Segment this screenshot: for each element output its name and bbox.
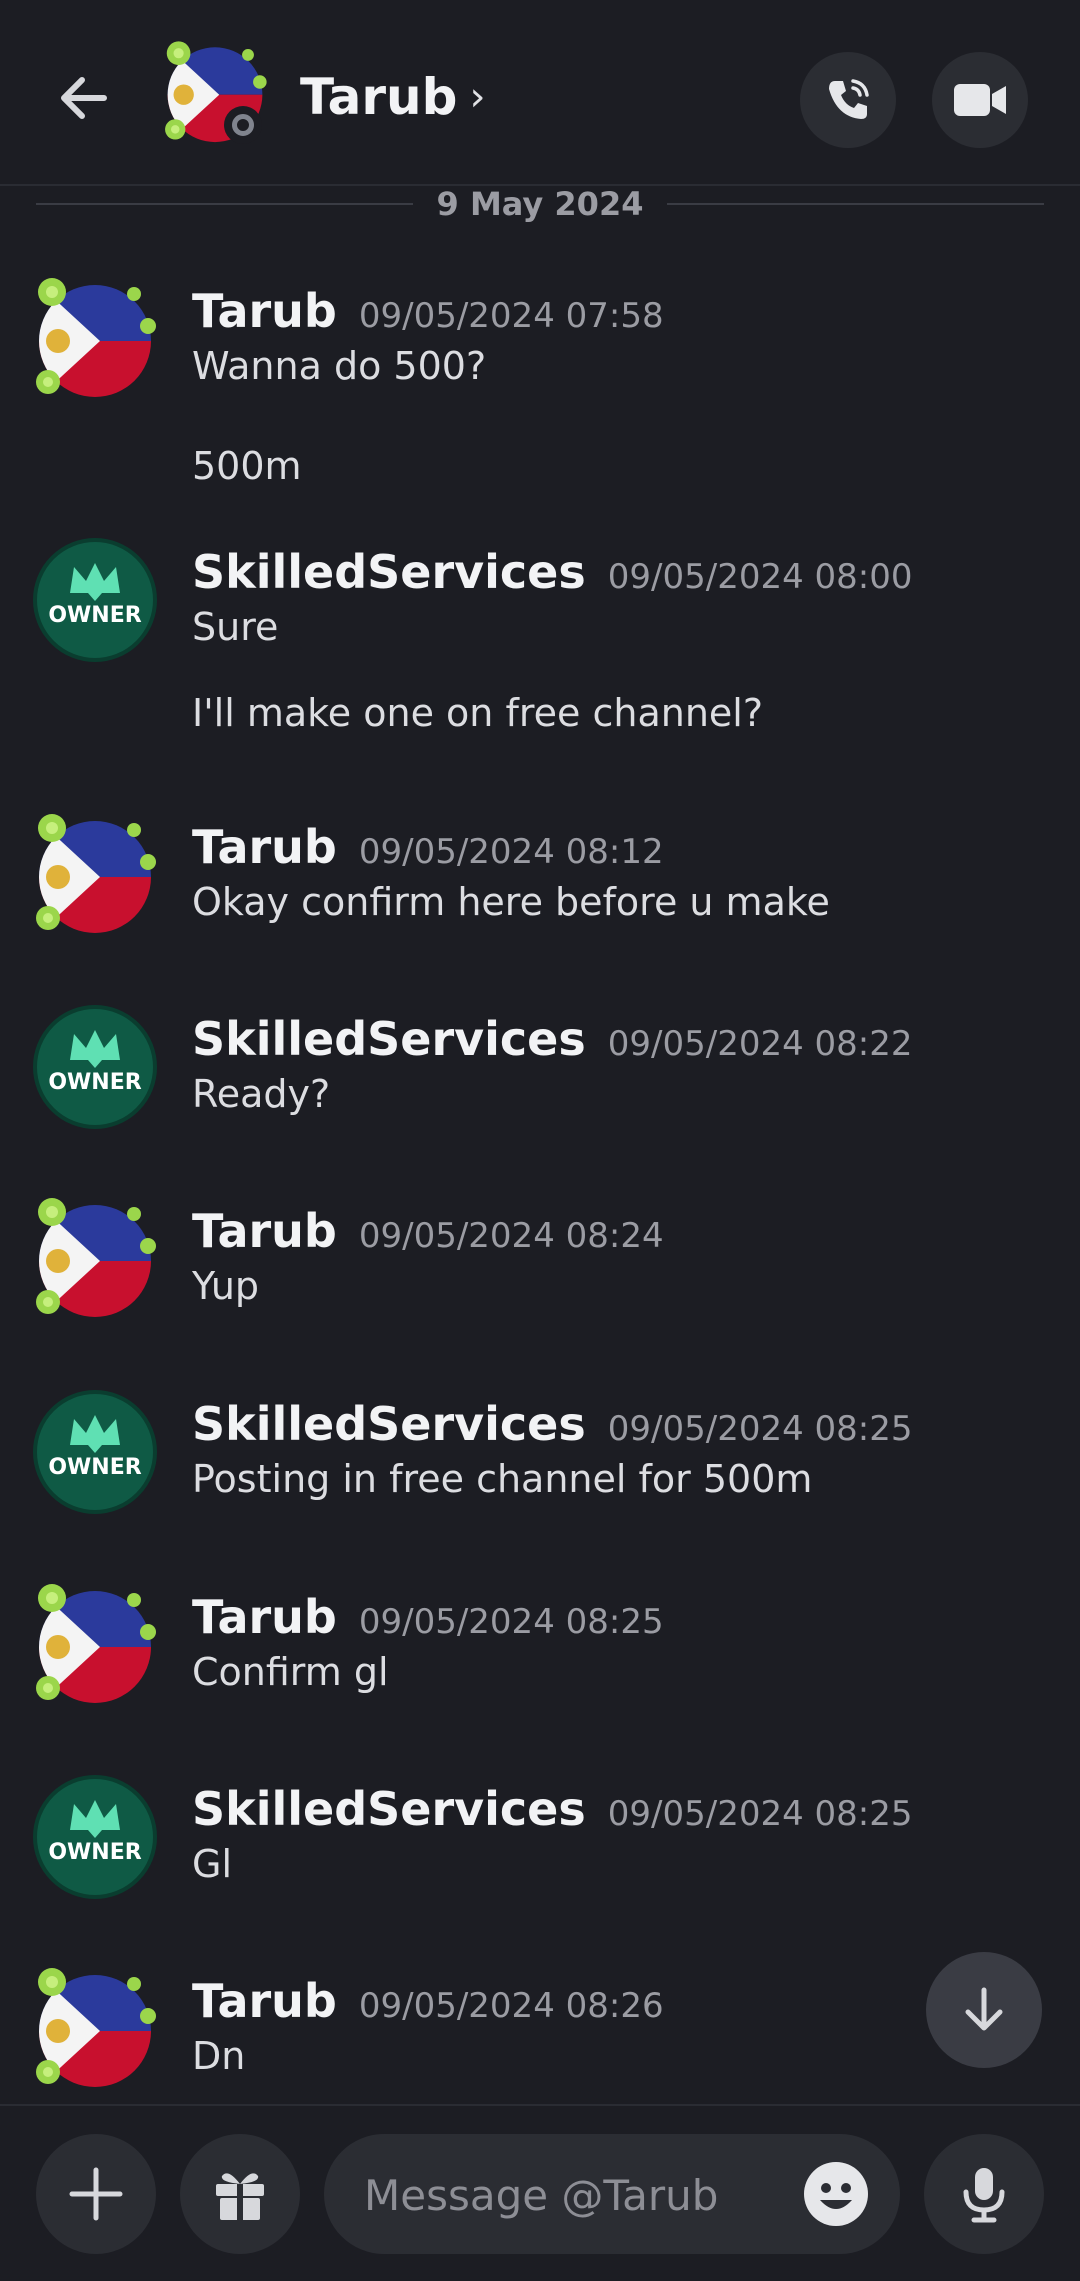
message-author[interactable]: SkilledServices 09/05/2024 08:25	[192, 1782, 913, 1836]
message-text[interactable]: Yup	[192, 1264, 259, 1308]
message-author[interactable]: SkilledServices 09/05/2024 08:00	[192, 545, 913, 599]
phone-icon	[829, 79, 869, 119]
gift-button[interactable]	[180, 2134, 300, 2254]
author-name: Tarub	[192, 284, 337, 338]
message-input-wrapper	[324, 2134, 900, 2256]
message-author[interactable]: Tarub 09/05/2024 08:25	[192, 1590, 664, 1644]
date-divider: 9 May 2024	[36, 180, 1045, 228]
owner-badge-text: OWNER	[48, 603, 142, 628]
gift-icon	[216, 2173, 264, 2220]
author-name: Tarub	[192, 1974, 337, 2028]
avatar[interactable]	[30, 810, 160, 940]
chat-header: Tarub ›	[0, 0, 1080, 186]
message-timestamp: 09/05/2024 08:22	[607, 1024, 913, 1064]
message-text[interactable]: Gl	[192, 1842, 232, 1886]
video-call-button[interactable]	[932, 52, 1028, 148]
author-name: SkilledServices	[192, 1397, 586, 1451]
author-name: Tarub	[192, 1590, 337, 1644]
message-timestamp: 09/05/2024 08:12	[358, 832, 664, 872]
voice-message-button[interactable]	[924, 2134, 1044, 2254]
date-label: 9 May 2024	[436, 185, 644, 223]
add-attachment-button[interactable]	[36, 2134, 156, 2254]
chevron-right-icon: ›	[469, 74, 486, 120]
author-name: Tarub	[192, 820, 337, 874]
message-text[interactable]: 500m	[192, 444, 302, 488]
plus-icon	[69, 2167, 123, 2221]
message-author[interactable]: Tarub 09/05/2024 08:24	[192, 1204, 664, 1258]
divider-line	[36, 203, 413, 205]
message-input[interactable]	[362, 2134, 786, 2256]
avatar[interactable]	[30, 1580, 160, 1710]
arrow-left-icon	[61, 77, 107, 119]
message-text[interactable]: Confirm gl	[192, 1650, 389, 1694]
message-timestamp: 09/05/2024 07:58	[358, 296, 664, 336]
message-text[interactable]: Wanna do 500?	[192, 344, 486, 388]
message-author[interactable]: SkilledServices 09/05/2024 08:25	[192, 1397, 913, 1451]
message-text[interactable]: Okay confirm here before u make	[192, 880, 830, 924]
owner-badge-text: OWNER	[48, 1455, 142, 1480]
author-name: SkilledServices	[192, 1012, 586, 1066]
header-avatar[interactable]	[160, 38, 270, 148]
jump-to-latest-button[interactable]	[926, 1952, 1042, 2068]
message-author[interactable]: SkilledServices 09/05/2024 08:22	[192, 1012, 913, 1066]
avatar[interactable]: OWNER	[30, 1387, 160, 1517]
emoji-icon[interactable]	[802, 2160, 870, 2228]
dm-title[interactable]: Tarub ›	[300, 68, 485, 126]
message-author[interactable]: Tarub 09/05/2024 08:12	[192, 820, 664, 874]
back-button[interactable]	[44, 58, 124, 138]
author-name: SkilledServices	[192, 1782, 586, 1836]
divider-line	[667, 203, 1045, 205]
message-timestamp: 09/05/2024 08:25	[358, 1602, 664, 1642]
message-timestamp: 09/05/2024 08:26	[358, 1986, 664, 2026]
message-text[interactable]: Dn	[192, 2034, 245, 2078]
status-indicator	[224, 106, 262, 144]
message-text[interactable]: Posting in free channel for 500m	[192, 1457, 812, 1501]
dm-title-name: Tarub	[300, 68, 458, 126]
voice-call-button[interactable]	[800, 52, 896, 148]
message-timestamp: 09/05/2024 08:24	[358, 1216, 664, 1256]
message-timestamp: 09/05/2024 08:25	[607, 1409, 913, 1449]
message-timestamp: 09/05/2024 08:25	[607, 1794, 913, 1834]
message-text[interactable]: Sure	[192, 605, 278, 649]
message-author[interactable]: Tarub 09/05/2024 08:26	[192, 1974, 664, 2028]
author-name: Tarub	[192, 1204, 337, 1258]
avatar[interactable]: OWNER	[30, 535, 160, 665]
message-composer	[0, 2104, 1080, 2281]
message-author[interactable]: Tarub 09/05/2024 07:58	[192, 284, 664, 338]
avatar[interactable]	[30, 1194, 160, 1324]
avatar[interactable]: OWNER	[30, 1772, 160, 1902]
video-camera-icon	[954, 84, 1006, 116]
owner-badge-text: OWNER	[48, 1070, 142, 1095]
message-timestamp: 09/05/2024 08:00	[607, 557, 913, 597]
avatar[interactable]	[30, 1964, 160, 2094]
owner-badge-text: OWNER	[48, 1840, 142, 1865]
arrow-down-icon	[965, 1987, 1003, 2031]
author-name: SkilledServices	[192, 545, 586, 599]
avatar[interactable]	[30, 274, 160, 404]
avatar[interactable]: OWNER	[30, 1002, 160, 1132]
microphone-icon	[963, 2168, 1005, 2223]
message-text[interactable]: I'll make one on free channel?	[192, 691, 763, 735]
message-text[interactable]: Ready?	[192, 1072, 330, 1116]
